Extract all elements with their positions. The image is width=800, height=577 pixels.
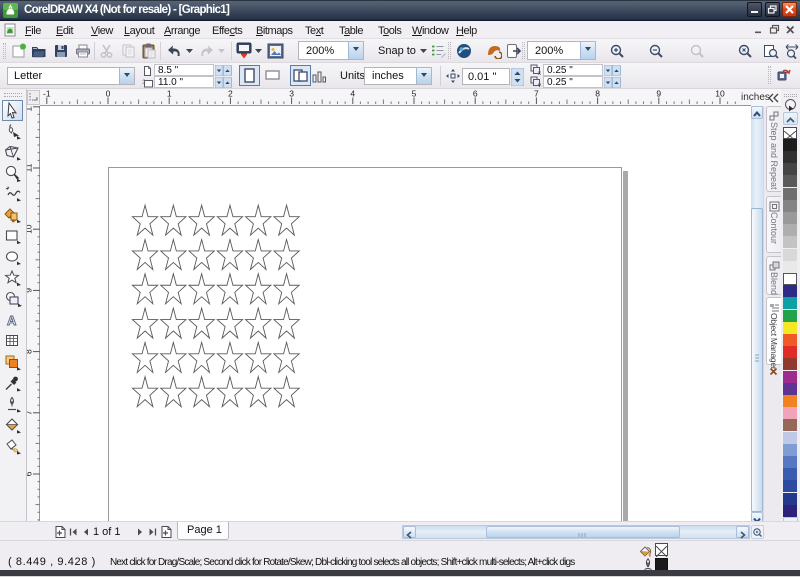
svg-text:5: 5 [412,89,417,99]
svg-text:8: 8 [27,349,34,354]
svg-text:3: 3 [289,89,294,99]
svg-text:1: 1 [167,89,172,99]
svg-text:0: 0 [106,89,111,99]
svg-text:6: 6 [27,471,34,476]
svg-text:x: x [538,71,541,75]
svg-text:7: 7 [27,410,34,415]
svg-text:9: 9 [656,89,661,99]
svg-text:A: A [7,313,17,328]
svg-text:10: 10 [27,224,34,234]
svg-text:2: 2 [228,89,233,99]
svg-text:10: 10 [715,89,725,99]
svg-text:7: 7 [534,89,539,99]
svg-text:9: 9 [27,288,34,293]
svg-text:12: 12 [27,106,34,112]
svg-text:6: 6 [473,89,478,99]
svg-text:11: 11 [27,163,34,172]
svg-text:y: y [538,83,541,87]
svg-text:-1: -1 [43,89,51,99]
svg-text:4: 4 [350,89,355,99]
svg-text:8: 8 [595,89,600,99]
